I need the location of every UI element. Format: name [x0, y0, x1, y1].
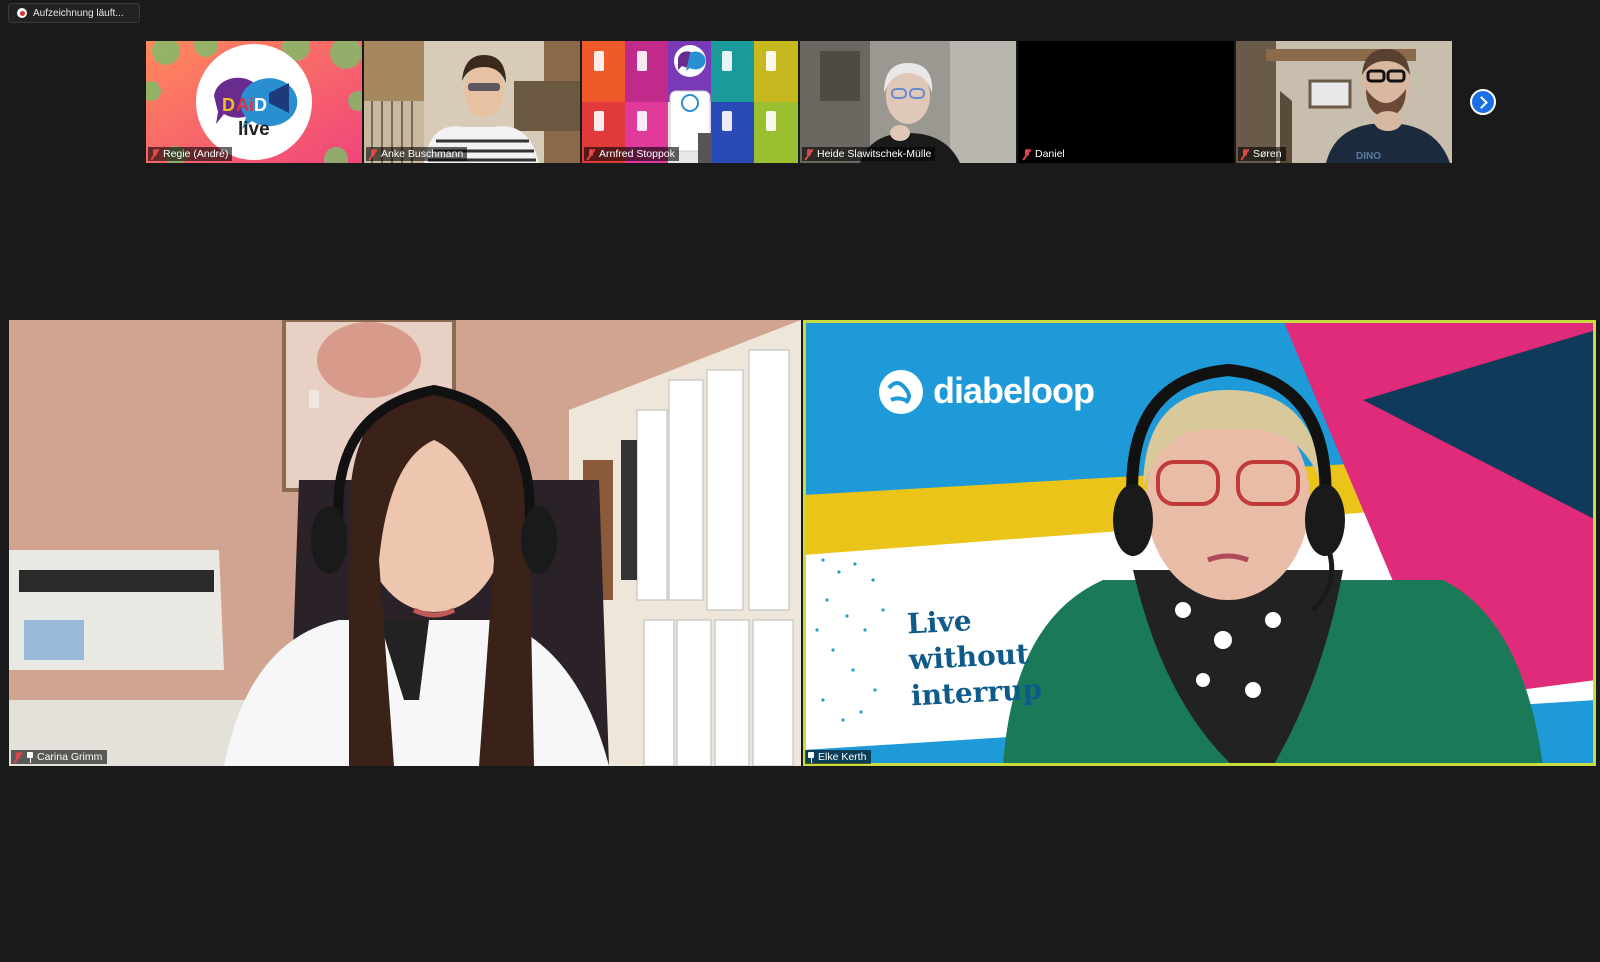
- video-tile-thumbnail[interactable]: Arnfred Stoppok: [582, 41, 798, 163]
- participant-name: Heide Slawitschek-Mülle: [817, 148, 932, 160]
- recording-indicator[interactable]: Aufzeichnung läuft...: [8, 3, 140, 23]
- svg-text:D: D: [254, 95, 267, 115]
- participant-name-tag: Regie (André): [148, 147, 233, 161]
- slide-tagline: Live without interrup: [906, 600, 1043, 715]
- svg-text:Ai: Ai: [236, 95, 254, 115]
- participant-name-tag: Heide Slawitschek-Mülle: [802, 147, 936, 161]
- mic-muted-icon: [586, 148, 596, 160]
- participant-name: Regie (André): [163, 148, 229, 160]
- participant-name: Elke Kerth: [818, 751, 867, 763]
- recording-label: Aufzeichnung läuft...: [33, 7, 124, 19]
- video-tile-thumbnail[interactable]: Daniel: [1018, 41, 1234, 163]
- pin-icon: [807, 751, 815, 763]
- video-tile-main-active-speaker[interactable]: diabeloop Live without interrup Elke Ker…: [803, 320, 1596, 766]
- participant-name: Søren: [1253, 148, 1282, 160]
- video-tile-thumbnail[interactable]: Heide Slawitschek-Mülle: [800, 41, 1016, 163]
- slide-tagline-line: interrup: [910, 672, 1043, 713]
- participant-name: Carina Grimm: [37, 751, 103, 763]
- participant-name-tag: Søren: [1238, 147, 1286, 161]
- chevron-right-icon: [1475, 95, 1488, 109]
- mic-muted-icon: [13, 751, 23, 763]
- svg-text:D: D: [222, 95, 235, 115]
- participant-name-tag: Carina Grimm: [11, 750, 108, 764]
- next-page-button[interactable]: [1470, 89, 1496, 115]
- pin-icon: [26, 751, 34, 763]
- video-tile-main[interactable]: Carina Grimm: [9, 320, 801, 766]
- video-tile-thumbnail[interactable]: Anke Buschmann: [364, 41, 580, 163]
- participant-video: DINO: [1236, 41, 1452, 163]
- participant-video: [582, 41, 798, 163]
- svg-text:DINO: DINO: [1356, 151, 1381, 162]
- participant-video: [364, 41, 580, 163]
- participant-name-tag: Elke Kerth: [805, 750, 872, 764]
- mic-muted-icon: [368, 148, 378, 160]
- participant-name: Daniel: [1035, 148, 1065, 160]
- participant-video: [9, 320, 801, 766]
- participant-video: [800, 41, 1016, 163]
- participant-strip: D Ai D live Regie (André) Anke Buschmann…: [146, 41, 1452, 163]
- mic-muted-icon: [1240, 148, 1250, 160]
- mic-muted-icon: [150, 148, 160, 160]
- participant-name-tag: Daniel: [1020, 147, 1069, 161]
- diaid-live-logo-icon: D Ai D: [146, 41, 362, 163]
- video-tile-thumbnail[interactable]: DINO Søren: [1236, 41, 1452, 163]
- participant-name-tag: Anke Buschmann: [366, 147, 468, 161]
- participant-name: Arnfred Stoppok: [599, 148, 675, 160]
- record-icon: [17, 8, 27, 18]
- mic-muted-icon: [804, 148, 814, 160]
- participant-name: Anke Buschmann: [381, 148, 464, 160]
- logo-live-text: live: [238, 119, 270, 140]
- mic-muted-icon: [1022, 148, 1032, 160]
- slide-brand-text: diabeloop: [933, 370, 1095, 411]
- video-tile-thumbnail[interactable]: D Ai D live Regie (André): [146, 41, 362, 163]
- participant-name-tag: Arnfred Stoppok: [584, 147, 679, 161]
